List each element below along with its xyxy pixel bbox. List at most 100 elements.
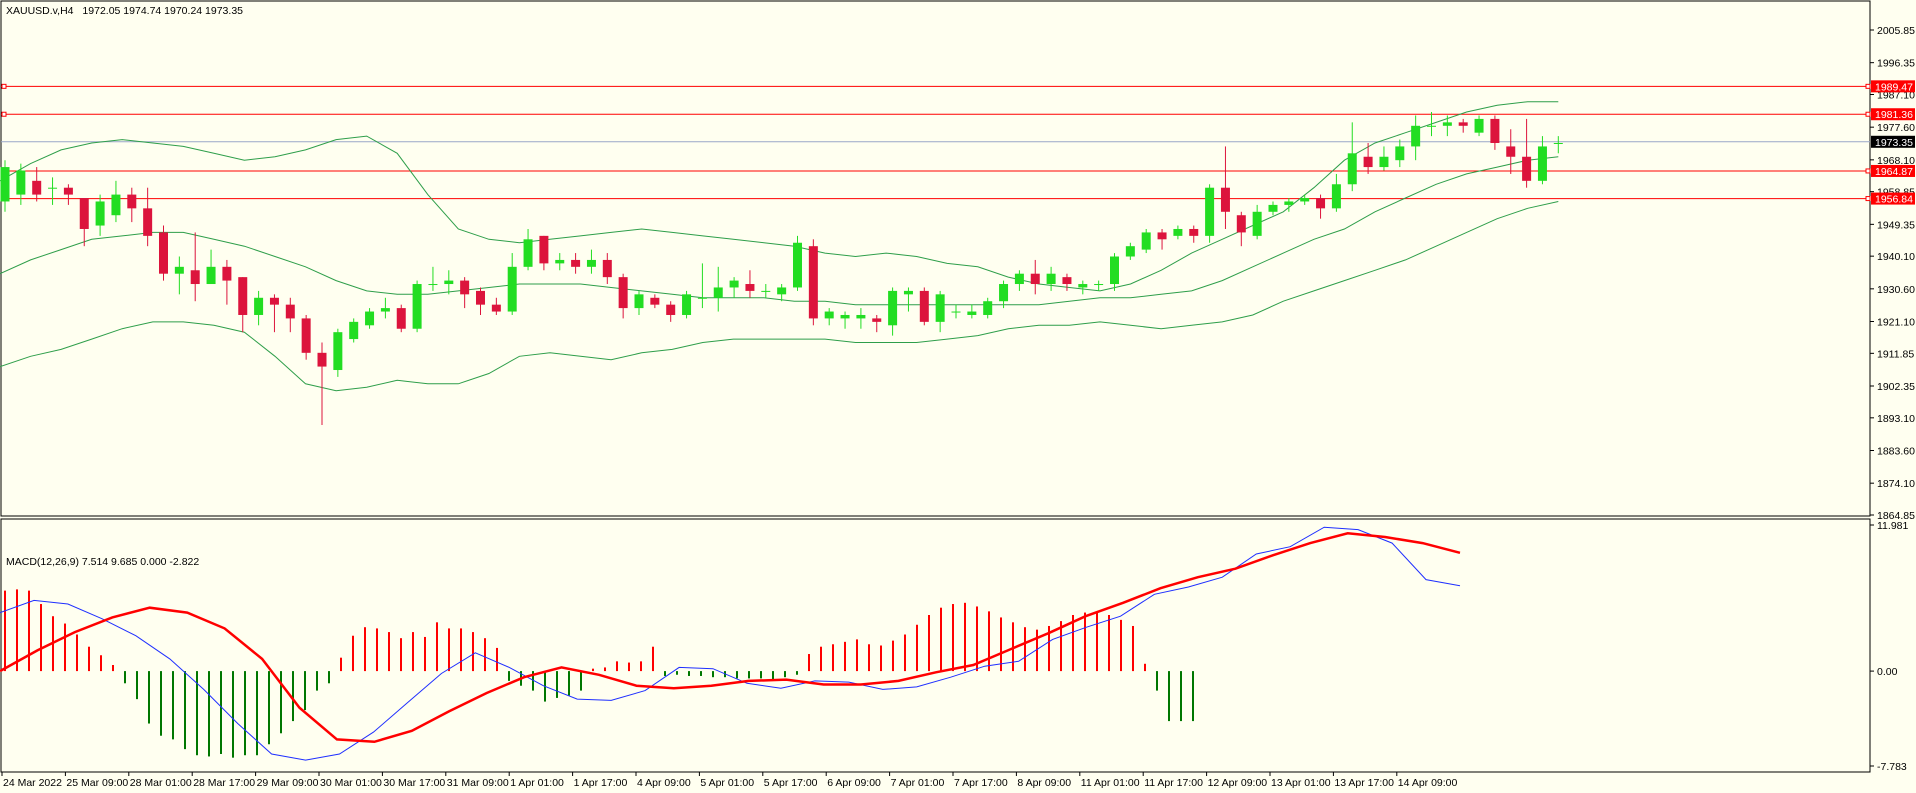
candle-body xyxy=(1363,156,1373,168)
candle-body xyxy=(856,314,866,319)
candle xyxy=(935,290,945,333)
time-tick-label: 5 Apr 01:00 xyxy=(700,777,754,789)
tag-label: 1973.35 xyxy=(1875,137,1913,149)
candle xyxy=(1522,118,1532,188)
bollinger-upper xyxy=(0,101,1559,292)
candle-body xyxy=(666,304,676,315)
candle-body xyxy=(48,187,58,189)
candle xyxy=(555,253,565,271)
time-tick-label: 11 Apr 17:00 xyxy=(1144,777,1203,789)
candle xyxy=(1173,225,1183,240)
candle-body xyxy=(1490,118,1500,143)
candle-body xyxy=(476,290,485,305)
price-tick-label: 1883.60 xyxy=(1877,446,1915,458)
candle xyxy=(713,266,723,312)
candle-body xyxy=(824,311,834,319)
candle-body xyxy=(1030,273,1040,285)
candle-body xyxy=(983,301,993,315)
candle xyxy=(190,232,200,302)
price-tick-label: 1996.35 xyxy=(1877,58,1915,70)
price-axis: 2005.851996.351987.101977.601968.101958.… xyxy=(1870,25,1915,522)
candle-body xyxy=(301,318,311,353)
candle xyxy=(888,287,898,336)
level-handle xyxy=(1865,196,1871,202)
candle-body xyxy=(285,304,295,319)
candle-body xyxy=(111,194,121,216)
macd-tick-label: 11.981 xyxy=(1877,520,1908,532)
candle xyxy=(1427,112,1436,137)
time-tick-label: 30 Mar 17:00 xyxy=(383,777,445,789)
candle xyxy=(903,287,913,312)
chart-canvas[interactable]: 2005.851996.351987.101977.601968.101958.… xyxy=(0,0,1916,793)
candle-body xyxy=(1157,232,1167,240)
candle-body xyxy=(1078,284,1088,288)
candle-body xyxy=(967,311,977,315)
candle xyxy=(1316,194,1326,219)
candle-body xyxy=(16,170,26,195)
macd-axis: 11.981 0.00 -7.783 xyxy=(1870,520,1908,773)
candle xyxy=(682,290,692,319)
candle xyxy=(0,160,10,212)
candle xyxy=(1157,228,1167,250)
candle-body xyxy=(586,259,596,267)
candle-body xyxy=(79,198,89,229)
candle-body xyxy=(1141,232,1151,250)
candle-body xyxy=(1395,146,1405,161)
macd-panel-border xyxy=(0,518,1871,773)
price-tick-label: 1902.35 xyxy=(1877,381,1915,393)
level-handle xyxy=(1865,168,1871,174)
ohlc-readout: 1972.05 1974.74 1970.24 1973.35 xyxy=(82,5,243,17)
candle xyxy=(1046,266,1056,291)
candle-body xyxy=(0,167,10,202)
candle-body xyxy=(729,280,739,288)
level-price-tag: 1956.84 xyxy=(1871,192,1915,206)
candles xyxy=(0,112,1563,426)
time-tick-label: 28 Mar 01:00 xyxy=(130,777,192,789)
level-lines xyxy=(1,83,1871,202)
candle xyxy=(1078,280,1088,295)
time-tick-label: 12 Apr 09:00 xyxy=(1208,777,1268,789)
candle xyxy=(159,225,168,281)
symbol-label: XAUUSD.v,H4 xyxy=(6,5,74,17)
candle-body xyxy=(903,290,913,295)
candle-body xyxy=(1553,142,1563,144)
level-handle xyxy=(1,83,7,89)
candle-body xyxy=(174,266,184,274)
candle xyxy=(539,235,549,271)
candle xyxy=(1252,204,1262,240)
price-tick-label: 1874.10 xyxy=(1877,478,1915,490)
candle-body xyxy=(745,284,755,291)
candle xyxy=(618,273,628,319)
candle-body xyxy=(1284,201,1294,205)
candle-body xyxy=(1268,204,1278,212)
time-tick-label: 7 Apr 01:00 xyxy=(891,777,945,789)
time-tick-label: 13 Apr 01:00 xyxy=(1271,777,1331,789)
candle-body xyxy=(1300,198,1310,202)
candle xyxy=(1490,115,1500,150)
candle xyxy=(967,304,977,319)
candle xyxy=(143,187,153,247)
candle xyxy=(697,263,707,309)
level-price-tag: 1964.87 xyxy=(1871,164,1915,178)
candle xyxy=(48,177,58,205)
price-tick-label: 1893.10 xyxy=(1877,413,1915,425)
time-tick-label: 1 Apr 01:00 xyxy=(510,777,564,789)
candle-body xyxy=(460,280,470,295)
candle-body xyxy=(1220,187,1230,212)
time-tick-label: 30 Mar 01:00 xyxy=(320,777,382,789)
candle-body xyxy=(444,280,454,285)
price-tick-label: 1949.35 xyxy=(1877,219,1915,231)
candle-body xyxy=(1411,125,1421,147)
candle-body xyxy=(127,194,137,209)
price-tick-label: 1930.60 xyxy=(1877,284,1915,296)
candle-body xyxy=(396,308,406,329)
candle-body xyxy=(365,311,375,326)
candle-body xyxy=(555,259,565,264)
candle-body xyxy=(380,308,390,312)
candle xyxy=(349,318,359,343)
candle xyxy=(983,297,993,319)
candle xyxy=(666,301,676,322)
candle xyxy=(444,270,454,295)
candle-body xyxy=(1442,122,1452,126)
price-tick-label: 1921.10 xyxy=(1877,317,1915,329)
